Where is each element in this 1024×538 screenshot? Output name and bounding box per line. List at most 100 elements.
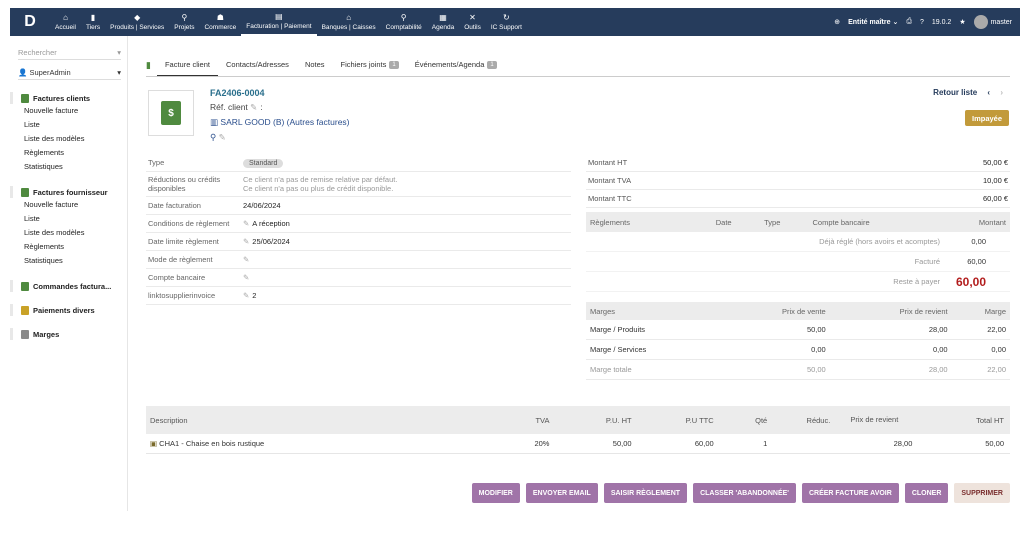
line-puht: 50,00 xyxy=(612,439,632,448)
pencil-icon[interactable]: ✎ xyxy=(243,237,249,246)
pencil-icon[interactable]: ✎ xyxy=(219,132,226,142)
sidebar-item-nouvelle-facture[interactable]: Nouvelle facture xyxy=(10,104,127,118)
nav-label: Agenda xyxy=(431,24,455,31)
section-icon xyxy=(21,93,29,103)
link-project-icon[interactable]: ⚲ xyxy=(210,132,216,142)
customer-link[interactable]: SARL GOOD (B) (Autres factures) xyxy=(220,117,349,127)
sidebar-item-nouvelle-facture[interactable]: Nouvelle facture xyxy=(10,198,127,212)
nav-ic-support[interactable]: ↻ IC Support xyxy=(486,8,527,36)
entity-selector[interactable]: Entité maître ⌄ xyxy=(848,18,898,26)
tab-contacts-adresses[interactable]: Contacts/Adresses xyxy=(218,54,297,76)
pencil-icon[interactable]: ✎ xyxy=(243,291,249,300)
nav-accueil[interactable]: ⌂ Accueil xyxy=(50,8,81,36)
saisir-reglement-button[interactable]: SAISIR RÈGLEMENT xyxy=(603,483,688,503)
sidebar-section-commandes-factura: Commandes factura... xyxy=(10,280,127,292)
field-row-reductions-ou-credits-disponibles: Réductions ou crédits disponibles Ce clie… xyxy=(146,172,571,197)
sidebar-heading[interactable]: Factures fournisseur xyxy=(10,186,127,198)
sidebar-item-liste[interactable]: Liste xyxy=(10,118,127,132)
sidebar-item-liste[interactable]: Liste xyxy=(10,212,127,226)
sidebar-item-liste-des-modeles[interactable]: Liste des modèles xyxy=(10,226,127,240)
payments-col-compte-bancaire: Compte bancaire xyxy=(812,217,870,227)
chevron-left-icon[interactable]: ‹ xyxy=(987,88,990,97)
lines-col-description: Description xyxy=(150,415,188,425)
back-to-list[interactable]: Retour liste ‹ › xyxy=(933,88,1003,97)
supprimer-button[interactable]: SUPPRIMER xyxy=(954,483,1010,503)
field-row-linktosupplierinvoice: linktosupplierinvoice ✎ 2 xyxy=(146,287,571,305)
field-value: Standard xyxy=(243,158,284,168)
field-row-date-facturation: Date facturation 24/06/2024 xyxy=(146,197,571,215)
sidebar-section-marges: Marges xyxy=(10,328,127,340)
nav-facturation-paiement[interactable]: ▤ Facturation | Paiement xyxy=(241,8,317,36)
sidebar-heading-label: Factures fournisseur xyxy=(33,187,108,197)
sidebar-item-statistiques[interactable]: Statistiques xyxy=(10,254,127,268)
sidebar-item-liste-des-modeles[interactable]: Liste des modèles xyxy=(10,132,127,146)
field-row-conditions-de-reglement: Conditions de règlement ✎ A réception xyxy=(146,215,571,233)
user-menu[interactable]: master xyxy=(973,15,1012,29)
line-qte: 1 xyxy=(763,439,768,448)
sidebar-item-reglements[interactable]: Règlements xyxy=(10,240,127,254)
nav-outils-icon: ✕ xyxy=(469,13,476,22)
product-link[interactable]: CHA1 - Chaise en bois rustique xyxy=(159,439,264,448)
tab-facture-client[interactable]: Facture client xyxy=(156,54,218,76)
envoyer-email-button[interactable]: ENVOYER EMAIL xyxy=(525,483,598,503)
nav-comptabilite[interactable]: ⚲ Comptabilité xyxy=(381,8,427,36)
user-selector[interactable]: 👤 SuperAdmin ▾ xyxy=(18,66,121,80)
lines-col-p-u-ttc: P.U TTC xyxy=(685,415,714,425)
nav-produits-services[interactable]: ◆ Produits | Services xyxy=(105,8,169,36)
sidebar-item-reglements[interactable]: Règlements xyxy=(10,146,127,160)
creer-facture-avoir-button[interactable]: CRÉER FACTURE AVOIR xyxy=(801,483,899,503)
section-icon xyxy=(21,281,29,291)
sidebar-heading[interactable]: Paiements divers xyxy=(10,304,127,316)
main-nav: ⌂ Accueil ▮ Tiers ◆ Produits | Services ⚲ Proje… xyxy=(50,8,527,36)
app-logo[interactable]: D xyxy=(10,8,50,36)
search-input[interactable]: Rechercher xyxy=(18,48,57,57)
modifier-button[interactable]: MODIFIER xyxy=(471,483,520,503)
line-desc[interactable]: ▣ CHA1 - Chaise en bois rustique xyxy=(146,439,492,448)
nav-outils[interactable]: ✕ Outils xyxy=(459,8,486,36)
amount-label: Montant TVA xyxy=(588,176,632,185)
top-menu-bar: D ⌂ Accueil ▮ Tiers ◆ Produits | Services ⚲ Pro… xyxy=(10,8,1020,36)
tab-notes[interactable]: Notes xyxy=(297,54,333,76)
remaining-label: Reste à payer xyxy=(893,277,940,286)
help-icon[interactable]: ? xyxy=(920,19,924,26)
classer-abandonnee-button[interactable]: CLASSER 'ABANDONNÉE' xyxy=(693,483,796,503)
field-label: Type xyxy=(148,158,165,167)
chevron-right-icon[interactable]: › xyxy=(1000,88,1003,97)
pencil-icon[interactable]: ✎ xyxy=(243,255,249,264)
nav-projets[interactable]: ⚲ Projets xyxy=(169,8,199,36)
star-icon[interactable]: ★ xyxy=(959,18,965,26)
field-value-cell: Ce client n'a pas de remise relative par… xyxy=(241,172,571,196)
nav-commerce[interactable]: ☗ Commerce xyxy=(199,8,241,36)
printer-icon[interactable]: ⎙ xyxy=(906,18,912,26)
sidebar-heading[interactable]: Commandes factura... xyxy=(10,280,127,292)
back-to-list-label[interactable]: Retour liste xyxy=(933,88,977,97)
margin-revient: 0,00 xyxy=(932,345,948,354)
invoiced-row: Facturé 60,00 xyxy=(586,252,1010,272)
sidebar-sections: Factures clients Nouvelle facture Liste Lis… xyxy=(10,92,127,340)
globe-icon: ⊕ xyxy=(834,19,841,26)
margin-row-marge-totale: Marge totale 50,00 28,00 22,00 xyxy=(586,360,1010,380)
nav-banques-caisses[interactable]: ⌂ Banques | Caisses xyxy=(317,8,381,36)
line-puttc: 60,00 xyxy=(694,439,714,448)
sidebar-section-paiements-divers: Paiements divers xyxy=(10,304,127,316)
nav-tiers[interactable]: ▮ Tiers xyxy=(81,8,105,36)
tab-evenements-agenda[interactable]: Événements/Agenda 1 xyxy=(407,54,505,76)
pencil-icon[interactable]: ✎ xyxy=(243,273,249,282)
cloner-button[interactable]: CLONER xyxy=(904,483,949,503)
pencil-icon[interactable]: ✎ xyxy=(243,219,249,228)
invoice-fields: Type Standard Réductions ou crédits dispon… xyxy=(146,154,571,305)
sidebar-item-statistiques[interactable]: Statistiques xyxy=(10,160,127,174)
margin-label: Marge totale xyxy=(590,365,632,374)
field-value-cell: ✎ A réception xyxy=(241,216,571,231)
product-icon: ▣ xyxy=(150,439,160,448)
tab-label: Contacts/Adresses xyxy=(225,60,289,69)
sidebar-heading[interactable]: Marges xyxy=(10,328,127,340)
sidebar-heading[interactable]: Factures clients xyxy=(10,92,127,104)
pencil-icon[interactable]: ✎ xyxy=(250,102,257,112)
nav-label: IC Support xyxy=(490,24,522,31)
sidebar-search[interactable]: Rechercher ▾ xyxy=(18,46,121,60)
margin-vente: 0,00 xyxy=(811,345,826,354)
tab-fichiers-joints[interactable]: Fichiers joints 1 xyxy=(333,54,407,76)
tab-label: Événements/Agenda xyxy=(414,60,485,69)
nav-agenda[interactable]: ▦ Agenda xyxy=(427,8,459,36)
